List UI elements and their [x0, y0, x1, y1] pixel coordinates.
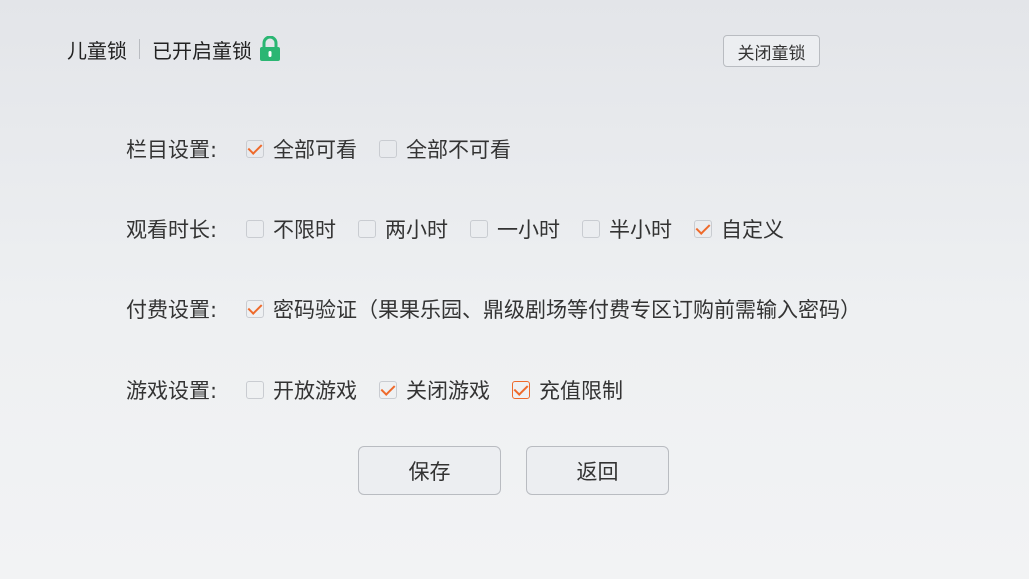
back-button[interactable]: 返回: [526, 446, 669, 495]
option-label: 充值限制: [539, 379, 623, 403]
option-label: 密码验证（果果乐园、鼎级剧场等付费专区订购前需输入密码）: [273, 298, 861, 322]
checkbox[interactable]: [379, 381, 397, 399]
watch-duration-row: 观看时长: 不限时 两小时 一小时 半小时 自定义: [126, 214, 806, 244]
checkbox[interactable]: [358, 220, 376, 238]
header: 儿童锁 已开启童锁: [67, 34, 282, 64]
divider: [139, 39, 140, 59]
option-unlimited[interactable]: 不限时: [246, 214, 336, 244]
option-label: 自定义: [721, 218, 784, 242]
close-child-lock-button[interactable]: 关闭童锁: [723, 35, 820, 67]
option-label: 不限时: [273, 218, 336, 242]
save-button[interactable]: 保存: [358, 446, 501, 495]
option-label: 全部可看: [273, 138, 357, 162]
game-settings-row: 游戏设置: 开放游戏 关闭游戏 充值限制: [126, 375, 645, 405]
option-half-hour[interactable]: 半小时: [582, 214, 672, 244]
checkbox[interactable]: [470, 220, 488, 238]
page-title: 儿童锁: [67, 38, 127, 63]
option-label: 全部不可看: [406, 138, 511, 162]
checkbox[interactable]: [512, 381, 530, 399]
option-all-invisible[interactable]: 全部不可看: [379, 134, 511, 164]
row-label: 游戏设置:: [126, 379, 218, 403]
checkbox[interactable]: [246, 381, 264, 399]
row-label: 付费设置:: [126, 298, 218, 322]
payment-settings-row: 付费设置: 密码验证（果果乐园、鼎级剧场等付费专区订购前需输入密码）: [126, 294, 883, 324]
option-label: 开放游戏: [273, 379, 357, 403]
option-recharge-limit[interactable]: 充值限制: [512, 375, 623, 405]
option-one-hour[interactable]: 一小时: [470, 214, 560, 244]
option-label: 一小时: [497, 218, 560, 242]
column-settings-row: 栏目设置: 全部可看 全部不可看: [126, 134, 533, 164]
checkbox[interactable]: [246, 300, 264, 318]
option-password-verify[interactable]: 密码验证（果果乐园、鼎级剧场等付费专区订购前需输入密码）: [246, 294, 861, 324]
checkbox[interactable]: [246, 220, 264, 238]
option-close-games[interactable]: 关闭游戏: [379, 375, 490, 405]
checkbox[interactable]: [379, 140, 397, 158]
row-label: 观看时长:: [126, 218, 218, 242]
checkbox[interactable]: [694, 220, 712, 238]
checkbox[interactable]: [582, 220, 600, 238]
lock-icon: [260, 36, 280, 61]
lock-status: 已开启童锁: [152, 38, 252, 63]
row-label: 栏目设置:: [126, 138, 218, 162]
checkbox[interactable]: [246, 140, 264, 158]
option-custom[interactable]: 自定义: [694, 214, 784, 244]
option-all-visible[interactable]: 全部可看: [246, 134, 357, 164]
option-open-games[interactable]: 开放游戏: [246, 375, 357, 405]
option-two-hours[interactable]: 两小时: [358, 214, 448, 244]
option-label: 关闭游戏: [406, 379, 490, 403]
option-label: 半小时: [609, 218, 672, 242]
option-label: 两小时: [385, 218, 448, 242]
